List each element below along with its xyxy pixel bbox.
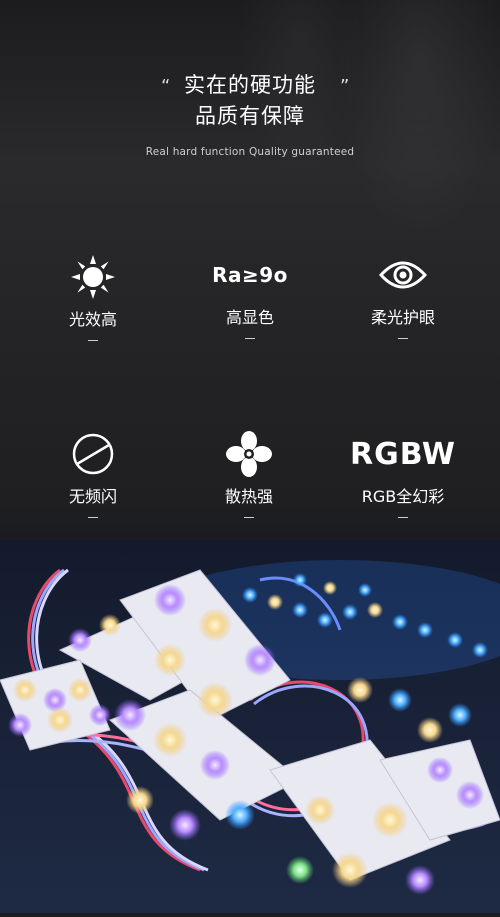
feature-heat-dissipation: 散热强 bbox=[179, 431, 319, 518]
divider bbox=[88, 517, 98, 518]
no-flicker-icon bbox=[23, 431, 163, 477]
feature-label: 高显色 bbox=[225, 308, 274, 327]
subtitle: Real hard function Quality guaranteed bbox=[145, 146, 355, 158]
quote-open: “ bbox=[161, 76, 171, 97]
divider bbox=[398, 517, 408, 518]
feature-label: 无频闪 bbox=[68, 487, 117, 506]
sun-icon bbox=[23, 254, 163, 300]
header: “ ” 实在的硬功能 品质有保障 Real hard function Qual… bbox=[0, 70, 500, 158]
feature-label: RGB全幻彩 bbox=[361, 487, 445, 506]
feature-high-color-rendering: Ra≥9o 高显色 bbox=[180, 252, 320, 339]
led-modules-photo bbox=[0, 540, 500, 913]
ra-text-icon: Ra≥9o bbox=[212, 263, 288, 287]
feature-no-flicker: 无频闪 bbox=[23, 431, 163, 518]
feature-rgbw: RGBW RGB全幻彩 bbox=[333, 431, 473, 518]
feature-label: 散热强 bbox=[224, 487, 273, 506]
divider bbox=[245, 338, 255, 339]
feature-high-efficiency: 光效高 bbox=[23, 254, 163, 341]
divider bbox=[244, 517, 254, 518]
quote-close: ” bbox=[340, 76, 350, 97]
feature-label: 柔光护眼 bbox=[370, 308, 435, 327]
rgbw-text-icon: RGBW bbox=[349, 436, 457, 472]
fan-icon bbox=[179, 431, 319, 477]
eye-icon bbox=[333, 252, 473, 298]
title-line-2: 品质有保障 bbox=[195, 104, 305, 128]
feature-label: 光效高 bbox=[68, 310, 117, 329]
feature-eye-care: 柔光护眼 bbox=[333, 252, 473, 339]
divider bbox=[88, 340, 98, 341]
title-line-1: 实在的硬功能 bbox=[184, 73, 316, 97]
divider bbox=[398, 338, 408, 339]
